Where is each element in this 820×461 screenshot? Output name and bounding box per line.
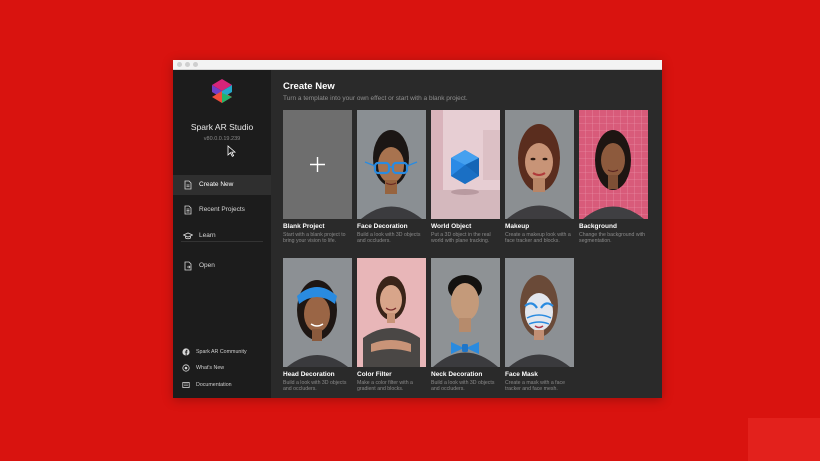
app-name: Spark AR Studio — [190, 122, 254, 132]
template-thumbnail — [505, 258, 574, 367]
sidebar-divider — [181, 241, 263, 242]
app-window: Spark AR Studio v80.0.0.19.239 Create Ne… — [173, 60, 662, 398]
community-link[interactable]: Spark AR Community — [173, 346, 271, 358]
template-title: Face Decoration — [357, 223, 408, 230]
template-desc: Create a mask with a face tracker and fa… — [505, 380, 565, 393]
sidebar-item-label: Open — [199, 262, 215, 269]
app-version: v80.0.0.19.239 — [203, 136, 241, 142]
template-title: World Object — [431, 223, 472, 230]
graduation-cap-icon — [183, 232, 193, 240]
minimize-window-icon[interactable] — [185, 62, 190, 67]
main-panel: Create New Turn a template into your own… — [271, 70, 662, 398]
template-desc: Build a look with 3D objects and occlude… — [283, 380, 347, 393]
footer-link-label: Spark AR Community — [196, 349, 247, 355]
book-icon — [182, 382, 190, 388]
template-desc: Make a color filter with a gradient and … — [357, 380, 413, 393]
radio-dot-icon — [182, 364, 190, 372]
template-desc: Start with a blank project to bring your… — [283, 232, 346, 245]
template-desc: Change the background with segmentation. — [579, 232, 646, 245]
template-desc: Build a look with 3D objects and occlude… — [431, 380, 495, 393]
sidebar-item-learn[interactable]: Learn — [173, 226, 271, 246]
template-thumbnail — [283, 110, 352, 219]
template-thumbnail — [357, 258, 426, 367]
corner-box — [748, 418, 820, 461]
template-desc: Build a look with 3D objects and occlude… — [357, 232, 421, 245]
template-title: Head Decoration — [283, 371, 335, 378]
grid-background-icon — [579, 110, 648, 219]
template-title: Face Mask — [505, 371, 538, 378]
template-title: Background — [579, 223, 617, 230]
spark-ar-logo-icon — [212, 79, 232, 103]
glasses-icon — [357, 110, 426, 219]
template-thumbnail — [431, 258, 500, 367]
new-file-icon — [184, 180, 192, 190]
template-desc: Create a makeup look with a face tracker… — [505, 232, 571, 245]
sidebar-item-label: Learn — [199, 232, 216, 239]
face-icon — [505, 110, 574, 219]
face-mask-icon — [505, 258, 574, 367]
zoom-window-icon[interactable] — [193, 62, 198, 67]
template-title: Color Filter — [357, 371, 392, 378]
template-thumbnail — [431, 110, 500, 219]
documentation-link[interactable]: Documentation — [173, 379, 271, 391]
plus-icon — [310, 157, 325, 172]
sidebar-item-create-new[interactable]: Create New — [173, 175, 271, 195]
bowtie-icon — [431, 258, 500, 367]
mouse-pointer-icon — [227, 145, 236, 157]
template-thumbnail — [505, 110, 574, 219]
page-title: Create New — [283, 81, 335, 92]
template-title: Neck Decoration — [431, 371, 483, 378]
template-thumbnail — [579, 110, 648, 219]
title-bar — [173, 60, 662, 70]
template-title: Makeup — [505, 223, 530, 230]
sidebar-item-label: Create New — [199, 181, 234, 188]
sidebar: Spark AR Studio v80.0.0.19.239 Create Ne… — [173, 70, 271, 398]
template-title: Blank Project — [283, 223, 325, 230]
footer-link-label: Documentation — [196, 382, 232, 388]
template-thumbnail — [283, 258, 352, 367]
open-file-icon — [184, 261, 192, 271]
color-filter-icon — [357, 258, 426, 367]
template-desc: Put a 3D object in the real world with p… — [431, 232, 491, 245]
close-window-icon[interactable] — [177, 62, 182, 67]
page-subtitle: Turn a template into your own effect or … — [283, 95, 468, 102]
icosahedron-icon — [431, 110, 500, 219]
footer-link-label: What's New — [196, 365, 225, 371]
facebook-icon — [182, 348, 190, 356]
headband-icon — [283, 258, 352, 367]
template-thumbnail — [357, 110, 426, 219]
document-icon — [184, 205, 192, 215]
whats-new-link[interactable]: What's New — [173, 362, 271, 374]
sidebar-item-label: Recent Projects — [199, 206, 245, 213]
sidebar-item-open[interactable]: Open — [173, 256, 271, 276]
sidebar-item-recent-projects[interactable]: Recent Projects — [173, 200, 271, 220]
